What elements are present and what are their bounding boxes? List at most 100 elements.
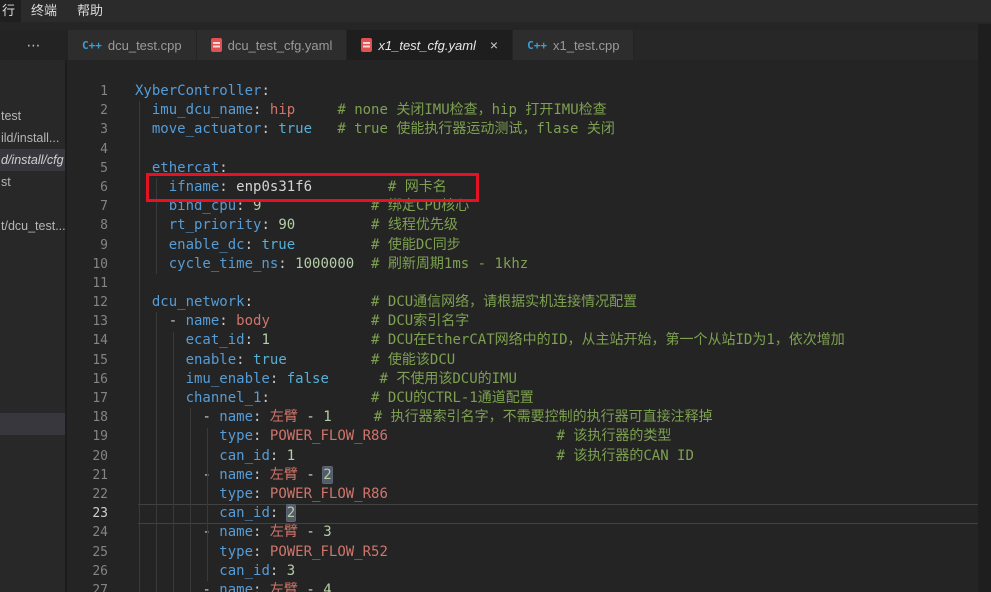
- code-token: [135, 217, 169, 233]
- code-token: [135, 237, 169, 253]
- editor-line[interactable]: 19 type: POWER_FLOW_R86 # 该执行器的类型: [67, 427, 991, 446]
- code-content: rt_priority: 90 # 线程优先级: [135, 216, 991, 235]
- sidebar-item[interactable]: ild/install...: [0, 127, 67, 149]
- editor-line[interactable]: 20 can_id: 1 # 该执行器的CAN ID: [67, 447, 991, 466]
- code-token: 左臂: [270, 409, 298, 425]
- code-token: 4: [323, 582, 331, 592]
- code-token: ifname: [169, 179, 220, 195]
- code-token: [135, 179, 169, 195]
- editor-line[interactable]: 21 - name: 左臂 - 2: [67, 466, 991, 485]
- line-number: 19: [67, 427, 120, 446]
- code-token: :: [278, 256, 286, 272]
- code-content: imu_enable: false # 不使用该DCU的IMU: [135, 370, 991, 389]
- code-token: # none 关闭IMU检查，hip 打开IMU检查: [337, 102, 606, 118]
- code-token: [135, 352, 186, 368]
- editor-line[interactable]: 1XyberController:: [67, 82, 991, 101]
- indent-guide: [156, 178, 157, 274]
- tab-label: dcu_test.cpp: [108, 38, 182, 53]
- line-number: 26: [67, 562, 120, 581]
- editor-line[interactable]: 9 enable_dc: true # 使能DC同步: [67, 236, 991, 255]
- code-token: [135, 102, 152, 118]
- code-content: type: POWER_FLOW_R86: [135, 485, 991, 504]
- code-token: [287, 352, 371, 368]
- code-content: enable: true # 使能该DCU: [135, 351, 991, 370]
- code-token: [278, 505, 286, 521]
- editor-line[interactable]: 11: [67, 274, 991, 293]
- editor-line[interactable]: 8 rt_priority: 90 # 线程优先级: [67, 216, 991, 235]
- sidebar-item[interactable]: test: [0, 105, 67, 127]
- scrollbar-track[interactable]: [978, 24, 991, 592]
- code-token: POWER_FLOW_R52: [270, 544, 388, 560]
- code-content: channel_1: # DCU的CTRL-1通道配置: [135, 389, 991, 408]
- code-token: [261, 544, 269, 560]
- code-content: - name: 左臂 - 3: [135, 523, 991, 542]
- code-token: -: [298, 582, 323, 592]
- code-token: # DCU的CTRL-1通道配置: [371, 390, 534, 406]
- editor-line[interactable]: 13 - name: body # DCU索引名字: [67, 312, 991, 331]
- code-token: enable_dc: [169, 237, 245, 253]
- sidebar-item[interactable]: st: [0, 171, 67, 193]
- tab-dcu_test_cfg.yaml[interactable]: dcu_test_cfg.yaml: [197, 30, 348, 60]
- editor-line[interactable]: 2 imu_dcu_name: hip # none 关闭IMU检查，hip 打…: [67, 101, 991, 120]
- code-token: type: [219, 486, 253, 502]
- editor-line[interactable]: 6 ifname: enp0s31f6 # 网卡名: [67, 178, 991, 197]
- code-token: [135, 582, 202, 592]
- indent-guide: [190, 408, 191, 592]
- editor-line[interactable]: 16 imu_enable: false # 不使用该DCU的IMU: [67, 370, 991, 389]
- editor-line[interactable]: 4: [67, 140, 991, 159]
- code-token: [261, 582, 269, 592]
- code-token: ecat_id: [186, 332, 245, 348]
- editor-line[interactable]: 15 enable: true # 使能该DCU: [67, 351, 991, 370]
- code-token: move_actuator: [152, 121, 262, 137]
- editor-line[interactable]: 23 can_id: 2: [67, 504, 991, 523]
- code-token: can_id: [219, 563, 270, 579]
- yaml-file-icon: [211, 38, 222, 52]
- line-number: 14: [67, 331, 120, 350]
- code-content: can_id: 3: [135, 562, 991, 581]
- menubar-item-帮助[interactable]: 帮助: [67, 0, 113, 22]
- code-token: [329, 371, 380, 387]
- line-number: 4: [67, 140, 120, 159]
- code-token: name: [186, 313, 220, 329]
- editor-line[interactable]: 26 can_id: 3: [67, 562, 991, 581]
- sidebar-item[interactable]: d/install/cfg: [0, 149, 67, 171]
- editor-line[interactable]: 25 type: POWER_FLOW_R52: [67, 543, 991, 562]
- code-token: [278, 371, 286, 387]
- editor-line[interactable]: 7 bind_cpu: 9 # 绑定CPU核心: [67, 197, 991, 216]
- editor-line[interactable]: 17 channel_1: # DCU的CTRL-1通道配置: [67, 389, 991, 408]
- editor-line[interactable]: 22 type: POWER_FLOW_R86: [67, 485, 991, 504]
- code-token: [295, 237, 371, 253]
- menubar-item-终端[interactable]: 终端: [21, 0, 67, 22]
- editor-pane[interactable]: 1XyberController:2 imu_dcu_name: hip # n…: [67, 60, 991, 592]
- line-number: 23: [67, 504, 120, 523]
- editor-line[interactable]: 18 - name: 左臂 - 1 # 执行器索引名字，不需要控制的执行器可直接…: [67, 408, 991, 427]
- editor-line[interactable]: 12 dcu_network: # DCU通信网络，请根据实机连接情况配置: [67, 293, 991, 312]
- tab-x1_test_cfg.yaml[interactable]: x1_test_cfg.yaml×: [347, 30, 513, 60]
- code-content: ecat_id: 1 # DCU在EtherCAT网络中的ID，从主站开始，第一…: [135, 331, 991, 350]
- menubar-item-行[interactable]: 行: [0, 0, 21, 22]
- code-token: dcu_network: [152, 294, 245, 310]
- sidebar-item[interactable]: t/dcu_test...: [0, 215, 67, 237]
- editor-line[interactable]: 10 cycle_time_ns: 1000000 # 刷新周期1ms - 1k…: [67, 255, 991, 274]
- code-token: [278, 563, 286, 579]
- tab-bar: ⋯ C++dcu_test.cppdcu_test_cfg.yamlx1_tes…: [0, 30, 991, 60]
- code-token: [295, 217, 371, 233]
- code-token: false: [287, 371, 329, 387]
- line-number: 21: [67, 466, 120, 485]
- line-number: 27: [67, 581, 120, 592]
- code-token: [245, 352, 253, 368]
- editor-line[interactable]: 14 ecat_id: 1 # DCU在EtherCAT网络中的ID，从主站开始…: [67, 331, 991, 350]
- line-number: 10: [67, 255, 120, 274]
- sidebar-highlight-row[interactable]: [0, 413, 67, 435]
- tab-close-icon[interactable]: ×: [490, 38, 498, 52]
- line-number: 8: [67, 216, 120, 235]
- code-token: body: [236, 313, 270, 329]
- editor-line[interactable]: 27 - name: 左臂 - 4: [67, 581, 991, 592]
- tab-dcu_test.cpp[interactable]: C++dcu_test.cpp: [68, 30, 197, 60]
- tab-x1_test.cpp[interactable]: C++x1_test.cpp: [513, 30, 634, 60]
- editor-line[interactable]: 24 - name: 左臂 - 3: [67, 523, 991, 542]
- editor-line[interactable]: 3 move_actuator: true # true 使能执行器运动测试，f…: [67, 120, 991, 139]
- tab-overflow-button[interactable]: ⋯: [0, 30, 68, 60]
- editor-line[interactable]: 5 ethercat:: [67, 159, 991, 178]
- code-token: [295, 448, 556, 464]
